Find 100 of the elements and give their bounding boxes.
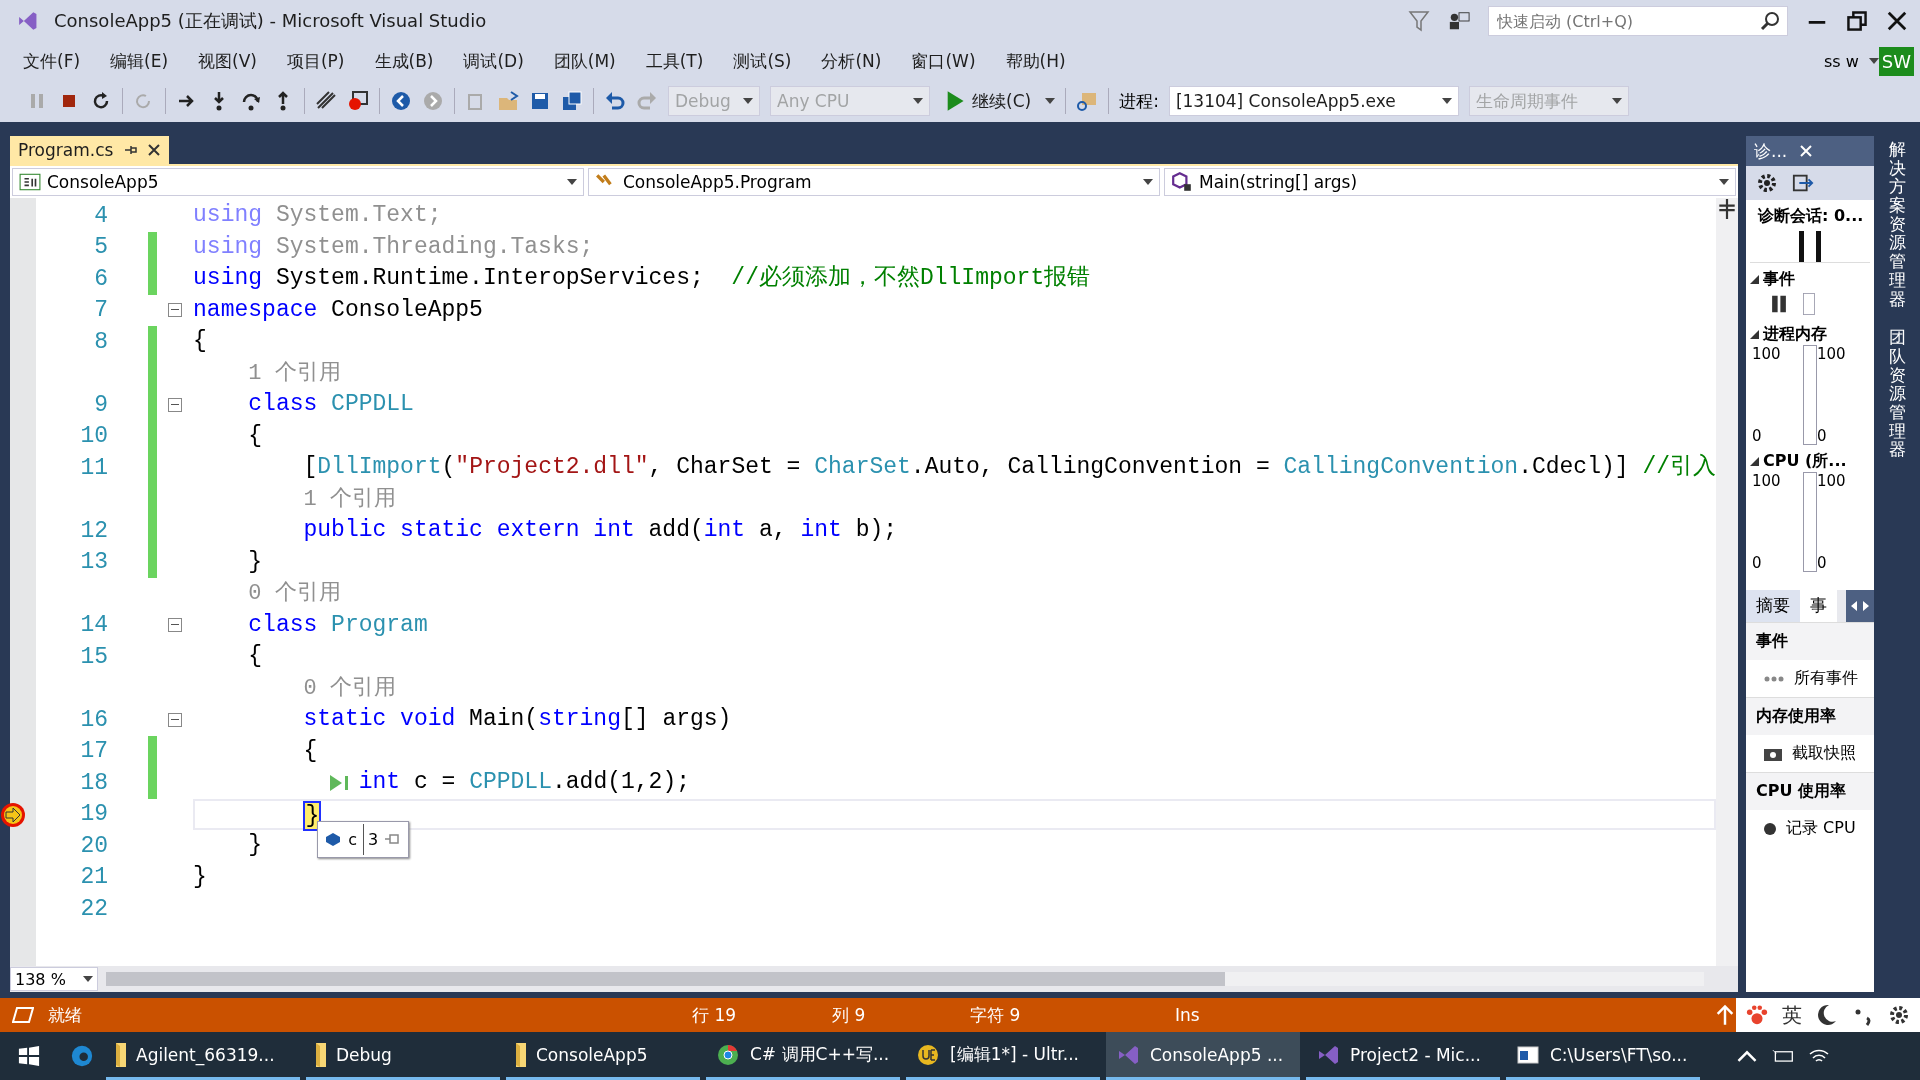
variable-icon (324, 831, 343, 848)
code-token: System.Runtime.InteropServices; (274, 265, 705, 291)
dropdown-caret-icon[interactable] (1143, 179, 1153, 185)
taskbar-item[interactable]: ConsoleApp5 (506, 1032, 700, 1080)
ime-mode[interactable]: 英 (1782, 1001, 1802, 1029)
menu-item[interactable]: 测试(S) (718, 49, 807, 73)
browser-icon[interactable] (71, 1045, 93, 1067)
taskbar-item[interactable]: C# 调用C++写... (706, 1032, 900, 1080)
save-all-icon[interactable] (561, 90, 583, 112)
dropdown-caret-icon[interactable] (1045, 98, 1056, 104)
panel-tab[interactable]: 摘要 (1746, 590, 1800, 622)
vertical-scrollbar[interactable] (1716, 198, 1738, 966)
collapse-toggle[interactable] (168, 397, 183, 412)
close-icon[interactable] (147, 143, 162, 157)
pin-icon[interactable] (123, 143, 138, 157)
dropdown-caret-icon[interactable] (1719, 179, 1729, 185)
continue-button[interactable]: 继续(C) (940, 87, 1036, 115)
search-field[interactable]: 快速启动 (Ctrl+Q) (1488, 6, 1788, 36)
menu-item[interactable]: 窗口(W) (896, 49, 991, 73)
paw-icon[interactable] (1746, 1004, 1768, 1026)
code-token: { (248, 643, 263, 669)
menu-item[interactable]: 团队(M) (538, 49, 631, 73)
upload-arrow-icon[interactable] (1714, 1004, 1736, 1026)
navigation-dropdown[interactable]: ConsoleApp5 (12, 168, 584, 196)
collapse-toggle[interactable] (168, 303, 183, 318)
taskbar-item[interactable]: C:\Users\FT\so... (1506, 1032, 1700, 1080)
code-token: [] args) (620, 706, 732, 732)
line-number: 6 (93, 265, 109, 292)
taskbar-item[interactable]: Project2 - Mic... (1306, 1032, 1500, 1080)
dropdown-caret-icon[interactable] (1441, 98, 1452, 104)
code-token: CPPDLL (330, 391, 414, 417)
export-icon[interactable] (1792, 172, 1814, 194)
settings-icon[interactable] (1888, 1004, 1910, 1026)
horizontal-scrollbar[interactable] (106, 972, 1704, 986)
panel-link[interactable]: 截取快照 (1746, 735, 1874, 772)
dropdown-caret-icon[interactable] (83, 976, 93, 982)
user-name[interactable]: ss w (1823, 51, 1859, 71)
menu-item[interactable]: 生成(B) (359, 49, 449, 73)
document-tab[interactable]: Program.cs (10, 136, 170, 164)
menu-item[interactable]: 分析(N) (806, 49, 897, 73)
navigation-dropdown[interactable]: ConsoleApp5.Program (588, 168, 1160, 196)
window-title: ConsoleApp5 (正在调试) - Microsoft Visual Studio (54, 9, 488, 33)
code-token: //引入 (1642, 454, 1716, 480)
feedback-icon[interactable] (1448, 10, 1470, 32)
dropdown-caret-icon[interactable] (1868, 58, 1879, 64)
data-tip[interactable]: c 3 (317, 820, 410, 858)
windows-start-icon[interactable] (18, 1045, 40, 1067)
taskbar-item[interactable]: [编辑1*] - Ultr... (906, 1032, 1100, 1080)
panel-link[interactable]: 记录 CPU (1746, 810, 1874, 847)
menu-item[interactable]: 文件(F) (8, 49, 96, 73)
menu-item[interactable]: 编辑(E) (95, 49, 184, 73)
collapse-triangle-icon[interactable] (1750, 330, 1759, 339)
line-number: 21 (79, 864, 109, 891)
find-folder-icon[interactable] (1076, 90, 1099, 112)
code-token: public static extern int (303, 517, 635, 543)
back-icon[interactable] (390, 90, 412, 112)
line-indicator: 行 19 (692, 1003, 738, 1027)
code-token: Program (330, 611, 428, 638)
dropdown-caret-icon[interactable] (567, 179, 577, 185)
menu-item[interactable]: 工具(T) (630, 49, 719, 73)
code-token: , CharSet = (648, 454, 802, 480)
code-token: static void (303, 706, 456, 732)
section-title: 事件 (1763, 269, 1795, 290)
taskbar-item[interactable]: Agilent_66319... (106, 1032, 300, 1080)
side-tab[interactable]: 团队资源管理器 (1888, 328, 1906, 459)
line-number: 13 (79, 549, 109, 576)
collapse-toggle[interactable] (168, 618, 183, 633)
axis-label: 0 (1817, 554, 1828, 572)
filter-icon[interactable] (1408, 10, 1430, 32)
search-icon[interactable] (1760, 11, 1780, 31)
menu-item[interactable]: 视图(V) (183, 49, 272, 73)
zoom-dropdown[interactable]: 138 % (10, 967, 98, 991)
taskbar-item[interactable]: Debug (306, 1032, 500, 1080)
split-icon[interactable] (1716, 198, 1738, 220)
collapse-triangle-icon[interactable] (1750, 275, 1759, 284)
user-avatar[interactable]: SW (1878, 46, 1914, 76)
open-folder-icon[interactable] (497, 90, 519, 112)
breakpoint-icon[interactable] (347, 90, 369, 112)
code-token: CallingConvention (1283, 454, 1519, 480)
side-tab[interactable]: 解决方案资源管理器 (1888, 140, 1906, 309)
panel-tab[interactable]: 事 (1800, 590, 1837, 622)
collapse-triangle-icon[interactable] (1750, 457, 1759, 466)
process-dropdown[interactable]: [13104] ConsoleApp5.exe (1168, 86, 1459, 116)
close-icon[interactable] (1886, 10, 1908, 32)
menu-item[interactable]: 帮助(H) (990, 49, 1081, 73)
moon-icon[interactable] (1816, 1004, 1838, 1026)
navigation-dropdown[interactable]: Main(string[] args) (1164, 168, 1736, 196)
collapse-toggle[interactable] (168, 712, 183, 727)
menu-item[interactable]: 项目(P) (271, 49, 360, 73)
settings-icon[interactable] (1756, 172, 1778, 194)
restore-icon[interactable] (1846, 10, 1868, 32)
menu-item[interactable]: 调试(D) (448, 49, 539, 73)
undo-icon[interactable] (604, 90, 626, 112)
camera-icon (1764, 746, 1782, 761)
status-icon (12, 1004, 34, 1026)
save-icon[interactable] (529, 90, 551, 112)
taskbar-item[interactable]: ConsoleApp5 ... (1106, 1032, 1300, 1080)
column-indicator: 列 9 (832, 1003, 867, 1027)
panel-link[interactable]: 所有事件 (1746, 660, 1874, 697)
line-number: 8 (93, 328, 109, 355)
